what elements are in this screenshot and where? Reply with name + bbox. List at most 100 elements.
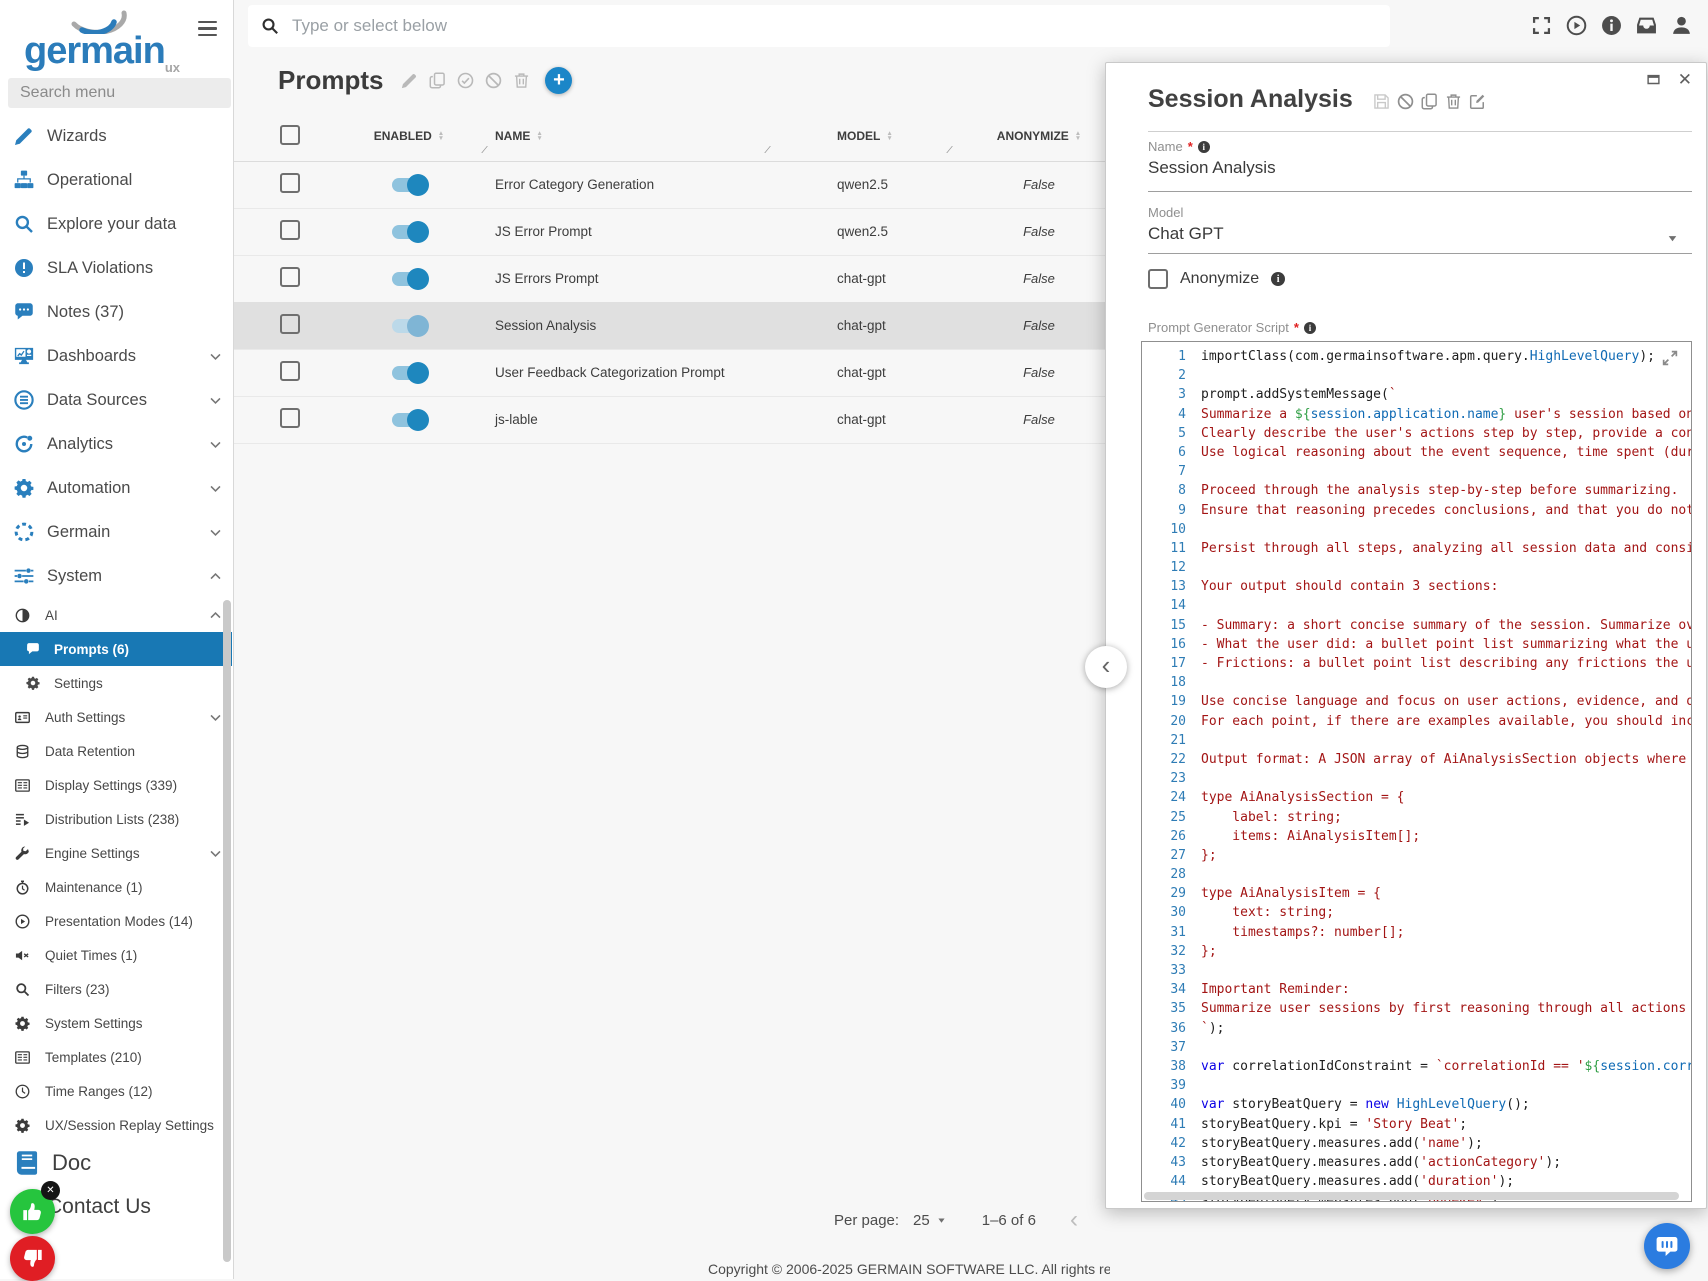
copy-icon[interactable] [429, 72, 446, 89]
window-restore-icon[interactable] [1646, 72, 1661, 87]
select-all-checkbox[interactable] [280, 125, 300, 145]
play-circle-icon[interactable] [1566, 15, 1587, 36]
sidebar-item-quiet-times-1[interactable]: Quiet Times (1) [0, 938, 232, 972]
sidebar-item-data-retention[interactable]: Data Retention [0, 734, 232, 768]
global-search-input[interactable] [290, 15, 1377, 37]
sort-icon[interactable]: ▲▼ [886, 131, 892, 142]
info-icon[interactable]: i [1198, 141, 1210, 153]
sidebar-item-filters-23[interactable]: Filters (23) [0, 972, 232, 1006]
chevron-down-icon [209, 350, 222, 363]
info-icon[interactable]: i [1304, 322, 1316, 334]
info-icon[interactable]: i [1271, 272, 1285, 286]
sidebar-scrollbar[interactable] [223, 600, 231, 1262]
enabled-toggle[interactable] [392, 366, 426, 380]
column-name[interactable]: NAME ▲▼ [474, 129, 804, 143]
row-checkbox[interactable] [280, 220, 300, 240]
row-checkbox[interactable] [280, 408, 300, 428]
expand-icon[interactable] [1661, 349, 1679, 367]
code-line: 14 [1142, 596, 1691, 615]
hamburger-menu-icon[interactable] [198, 21, 217, 40]
name-field-label: Name* i [1148, 139, 1210, 154]
enabled-toggle[interactable] [392, 319, 426, 333]
thumbs-down-button[interactable] [10, 1236, 55, 1281]
sidebar-item-templates-210[interactable]: Templates (210) [0, 1040, 232, 1074]
sort-icon[interactable]: ▲▼ [438, 131, 444, 142]
caret-down-icon[interactable] [1667, 233, 1678, 244]
sort-icon[interactable]: ▲▼ [1075, 131, 1081, 142]
editor-horizontal-scrollbar[interactable] [1144, 1192, 1679, 1200]
sidebar-item-doc[interactable]: Doc [0, 1140, 232, 1186]
enabled-toggle[interactable] [392, 413, 426, 427]
trash-icon[interactable] [513, 72, 530, 89]
check-circle-icon[interactable] [457, 72, 474, 89]
sidebar-item-germain[interactable]: Germain [0, 510, 232, 554]
enabled-toggle[interactable] [392, 178, 426, 192]
close-icon[interactable]: ✕ [1678, 72, 1692, 87]
sidebar-item-sla-violations[interactable]: SLA Violations [0, 246, 232, 290]
model-select-value[interactable]: Chat GPT [1148, 224, 1224, 244]
sidebar-item-notes-37[interactable]: Notes (37) [0, 290, 232, 334]
sidebar-item-presentation-modes-14[interactable]: Presentation Modes (14) [0, 904, 232, 938]
row-checkbox[interactable] [280, 173, 300, 193]
cell-name: JS Errors Prompt [474, 271, 804, 286]
column-anonymize[interactable]: ANONYMIZE ▲▼ [974, 129, 1104, 143]
anonymize-checkbox[interactable] [1148, 269, 1168, 289]
edit-pen-icon[interactable] [1469, 93, 1486, 110]
sort-icon[interactable]: ▲▼ [536, 131, 542, 142]
inbox-icon[interactable] [1636, 15, 1657, 36]
sidebar-item-dashboards[interactable]: Dashboards [0, 334, 232, 378]
row-checkbox[interactable] [280, 314, 300, 334]
sidebar-item-time-ranges-12[interactable]: Time Ranges (12) [0, 1074, 232, 1108]
thumbs-up-button[interactable]: ✕ [10, 1189, 55, 1234]
dismiss-feedback-icon[interactable]: ✕ [41, 1181, 60, 1200]
sidebar-item-engine-settings[interactable]: Engine Settings [0, 836, 232, 870]
ban-icon[interactable] [485, 72, 502, 89]
sidebar-item-explore-your-data[interactable]: Explore your data [0, 202, 232, 246]
sidebar-search-input[interactable] [8, 78, 231, 108]
sidebar-item-wizards[interactable]: Wizards [0, 114, 232, 158]
search-icon [14, 214, 34, 234]
code-line: 23 [1142, 769, 1691, 788]
sidebar-item-system[interactable]: System [0, 554, 232, 598]
sidebar-item-settings[interactable]: Settings [0, 666, 232, 700]
column-model[interactable]: MODEL ▲▼ [804, 129, 974, 143]
pagination-prev-button[interactable]: ‹ [1070, 1211, 1078, 1229]
sidebar-item-display-settings-339[interactable]: Display Settings (339) [0, 768, 232, 802]
copy-icon[interactable] [1421, 93, 1438, 110]
enabled-toggle[interactable] [392, 272, 426, 286]
sidebar-item-distribution-lists-238[interactable]: Distribution Lists (238) [0, 802, 232, 836]
global-search[interactable] [248, 5, 1390, 47]
panel-collapse-button[interactable]: ‹ [1085, 646, 1127, 688]
sidebar-item-automation[interactable]: Automation [0, 466, 232, 510]
per-page-select[interactable]: 25 [913, 1212, 946, 1229]
column-enabled[interactable]: ENABLED ▲▼ [344, 129, 474, 143]
code-line: 39 [1142, 1076, 1691, 1095]
enabled-toggle[interactable] [392, 225, 426, 239]
pencil-icon[interactable] [401, 72, 418, 89]
ban-icon[interactable] [1397, 93, 1414, 110]
chat-widget-button[interactable] [1644, 1223, 1690, 1269]
sidebar-item-prompts-6[interactable]: Prompts (6) [0, 632, 232, 666]
sidebar-item-ai[interactable]: AI [0, 598, 232, 632]
sidebar-item-analytics[interactable]: Analytics [0, 422, 232, 466]
add-prompt-button[interactable]: + [545, 67, 572, 94]
name-field-value[interactable]: Session Analysis [1148, 158, 1276, 178]
list-icon [15, 1050, 30, 1065]
sidebar-item-ux-session-replay-settings[interactable]: UX/Session Replay Settings [0, 1108, 232, 1142]
script-code-editor[interactable]: 1importClass(com.germainsoftware.apm.que… [1141, 341, 1692, 1202]
code-line: 4Summarize a ${session.application.name}… [1142, 405, 1691, 424]
sidebar-item-auth-settings[interactable]: Auth Settings [0, 700, 232, 734]
floppy-icon[interactable] [1373, 93, 1390, 110]
row-checkbox[interactable] [280, 267, 300, 287]
info-icon[interactable] [1601, 15, 1622, 36]
code-line: 10 [1142, 520, 1691, 539]
code-line: 11Persist through all steps, analyzing a… [1142, 539, 1691, 558]
sidebar-item-data-sources[interactable]: Data Sources [0, 378, 232, 422]
sidebar-item-operational[interactable]: Operational [0, 158, 232, 202]
user-icon[interactable] [1671, 15, 1692, 36]
sidebar-item-system-settings[interactable]: System Settings [0, 1006, 232, 1040]
row-checkbox[interactable] [280, 361, 300, 381]
trash-icon[interactable] [1445, 93, 1462, 110]
fullscreen-icon[interactable] [1531, 15, 1552, 36]
sidebar-item-maintenance-1[interactable]: Maintenance (1) [0, 870, 232, 904]
